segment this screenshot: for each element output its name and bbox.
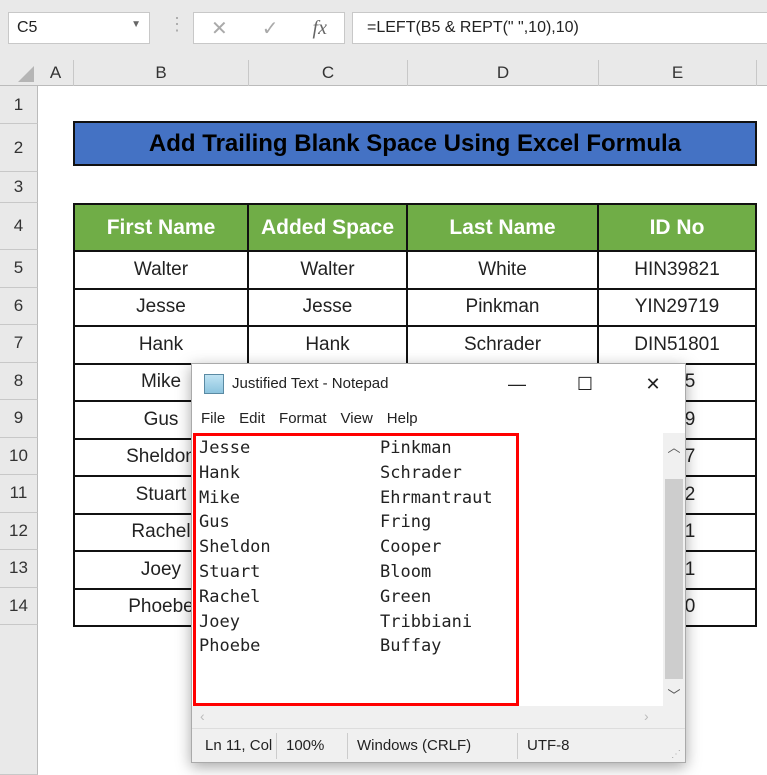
- header-last-name[interactable]: Last Name: [406, 203, 599, 252]
- cell-last-name[interactable]: Pinkman: [406, 287, 599, 327]
- scroll-right-icon[interactable]: ›: [644, 708, 649, 724]
- column-header-a[interactable]: A: [38, 60, 74, 86]
- column-header-d[interactable]: D: [408, 60, 599, 86]
- insert-function-icon[interactable]: fx: [313, 17, 327, 40]
- row-header-3[interactable]: 3: [0, 172, 38, 203]
- cell-added-space[interactable]: Hank: [247, 325, 408, 365]
- cell-last-name[interactable]: White: [406, 250, 599, 290]
- notepad-icon: [204, 374, 224, 394]
- cell-id-no[interactable]: YIN29719: [597, 287, 757, 327]
- status-bar: Ln 11, Col 100% Windows (CRLF) UTF-8 ⋰: [192, 728, 685, 762]
- menu-help[interactable]: Help: [387, 410, 418, 428]
- table-row: Hank Hank Schrader DIN51801: [73, 325, 757, 365]
- cell-last-name[interactable]: Schrader: [406, 325, 599, 365]
- row-header-9[interactable]: 9: [0, 400, 38, 438]
- cell-first-name[interactable]: Walter: [73, 250, 249, 290]
- cancel-icon[interactable]: ✕: [211, 16, 228, 41]
- sheet-title: Add Trailing Blank Space Using Excel For…: [73, 121, 757, 166]
- highlight-box: [193, 433, 519, 706]
- scroll-down-icon[interactable]: ﹀: [663, 685, 685, 704]
- row-header-4[interactable]: 4: [0, 203, 38, 250]
- minimize-icon[interactable]: —: [494, 370, 540, 398]
- enter-icon[interactable]: ✓: [262, 16, 279, 41]
- row-header-2[interactable]: 2: [0, 124, 38, 172]
- cell-id-no[interactable]: DIN51801: [597, 325, 757, 365]
- column-header-c[interactable]: C: [249, 60, 408, 86]
- close-icon[interactable]: ✕: [630, 370, 676, 398]
- maximize-icon[interactable]: ☐: [562, 370, 608, 398]
- scroll-up-icon[interactable]: ︿: [663, 433, 685, 456]
- menu-file[interactable]: File: [201, 410, 225, 428]
- row-header-1[interactable]: 1: [0, 86, 38, 124]
- menu-view[interactable]: View: [341, 410, 373, 428]
- header-id-no[interactable]: ID No: [597, 203, 757, 252]
- menu-edit[interactable]: Edit: [239, 410, 265, 428]
- table-header-row: First Name Added Space Last Name ID No: [73, 203, 757, 252]
- formula-input[interactable]: =LEFT(B5 & REPT(" ",10),10): [352, 12, 767, 44]
- row-header-12[interactable]: 12: [0, 512, 38, 550]
- row-header-11[interactable]: 11: [0, 475, 38, 513]
- column-header-e[interactable]: E: [599, 60, 757, 86]
- formula-buttons: ✕ ✓ fx: [193, 12, 345, 44]
- resize-grip-icon[interactable]: ⋰: [671, 749, 681, 760]
- header-first-name[interactable]: First Name: [73, 203, 249, 252]
- row-header-8[interactable]: 8: [0, 362, 38, 400]
- cell-first-name[interactable]: Hank: [73, 325, 249, 365]
- scroll-left-icon[interactable]: ‹: [200, 708, 205, 724]
- table-row: Jesse Jesse Pinkman YIN29719: [73, 287, 757, 327]
- name-box-value: C5: [17, 19, 38, 36]
- notepad-window: Justified Text - Notepad — ☐ ✕ File Edit…: [191, 363, 686, 763]
- cell-id-no[interactable]: HIN39821: [597, 250, 757, 290]
- row-header-6[interactable]: 6: [0, 287, 38, 325]
- row-header-empty: [0, 625, 38, 775]
- select-all-button[interactable]: [0, 60, 38, 86]
- menu-format[interactable]: Format: [279, 410, 327, 428]
- horizontal-scrollbar[interactable]: ‹ ›: [192, 706, 685, 728]
- table-row: Walter Walter White HIN39821: [73, 250, 757, 290]
- row-header-14[interactable]: 14: [0, 587, 38, 625]
- column-header-b[interactable]: B: [74, 60, 249, 86]
- column-headers: A B C D E: [0, 60, 767, 86]
- cell-added-space[interactable]: Walter: [247, 250, 408, 290]
- row-header-10[interactable]: 10: [0, 437, 38, 475]
- cursor-position: Ln 11, Col: [205, 737, 273, 754]
- drag-handle-icon[interactable]: ⋮: [168, 14, 186, 35]
- name-box[interactable]: C5 ▼: [8, 12, 150, 44]
- cell-added-space[interactable]: Jesse: [247, 287, 408, 327]
- line-ending: Windows (CRLF): [357, 737, 472, 754]
- cell-first-name[interactable]: Jesse: [73, 287, 249, 327]
- scrollbar-thumb[interactable]: [665, 479, 683, 679]
- encoding: UTF-8: [527, 737, 570, 754]
- row-header-13[interactable]: 13: [0, 550, 38, 588]
- row-header-5[interactable]: 5: [0, 250, 38, 288]
- chevron-down-icon[interactable]: ▼: [131, 19, 141, 30]
- header-added-space[interactable]: Added Space: [247, 203, 408, 252]
- notepad-title-bar[interactable]: Justified Text - Notepad — ☐ ✕: [192, 364, 685, 404]
- row-header-7[interactable]: 7: [0, 325, 38, 363]
- menu-bar: File Edit Format View Help: [192, 404, 685, 434]
- zoom-level: 100%: [286, 737, 325, 754]
- window-title: Justified Text - Notepad: [232, 375, 389, 392]
